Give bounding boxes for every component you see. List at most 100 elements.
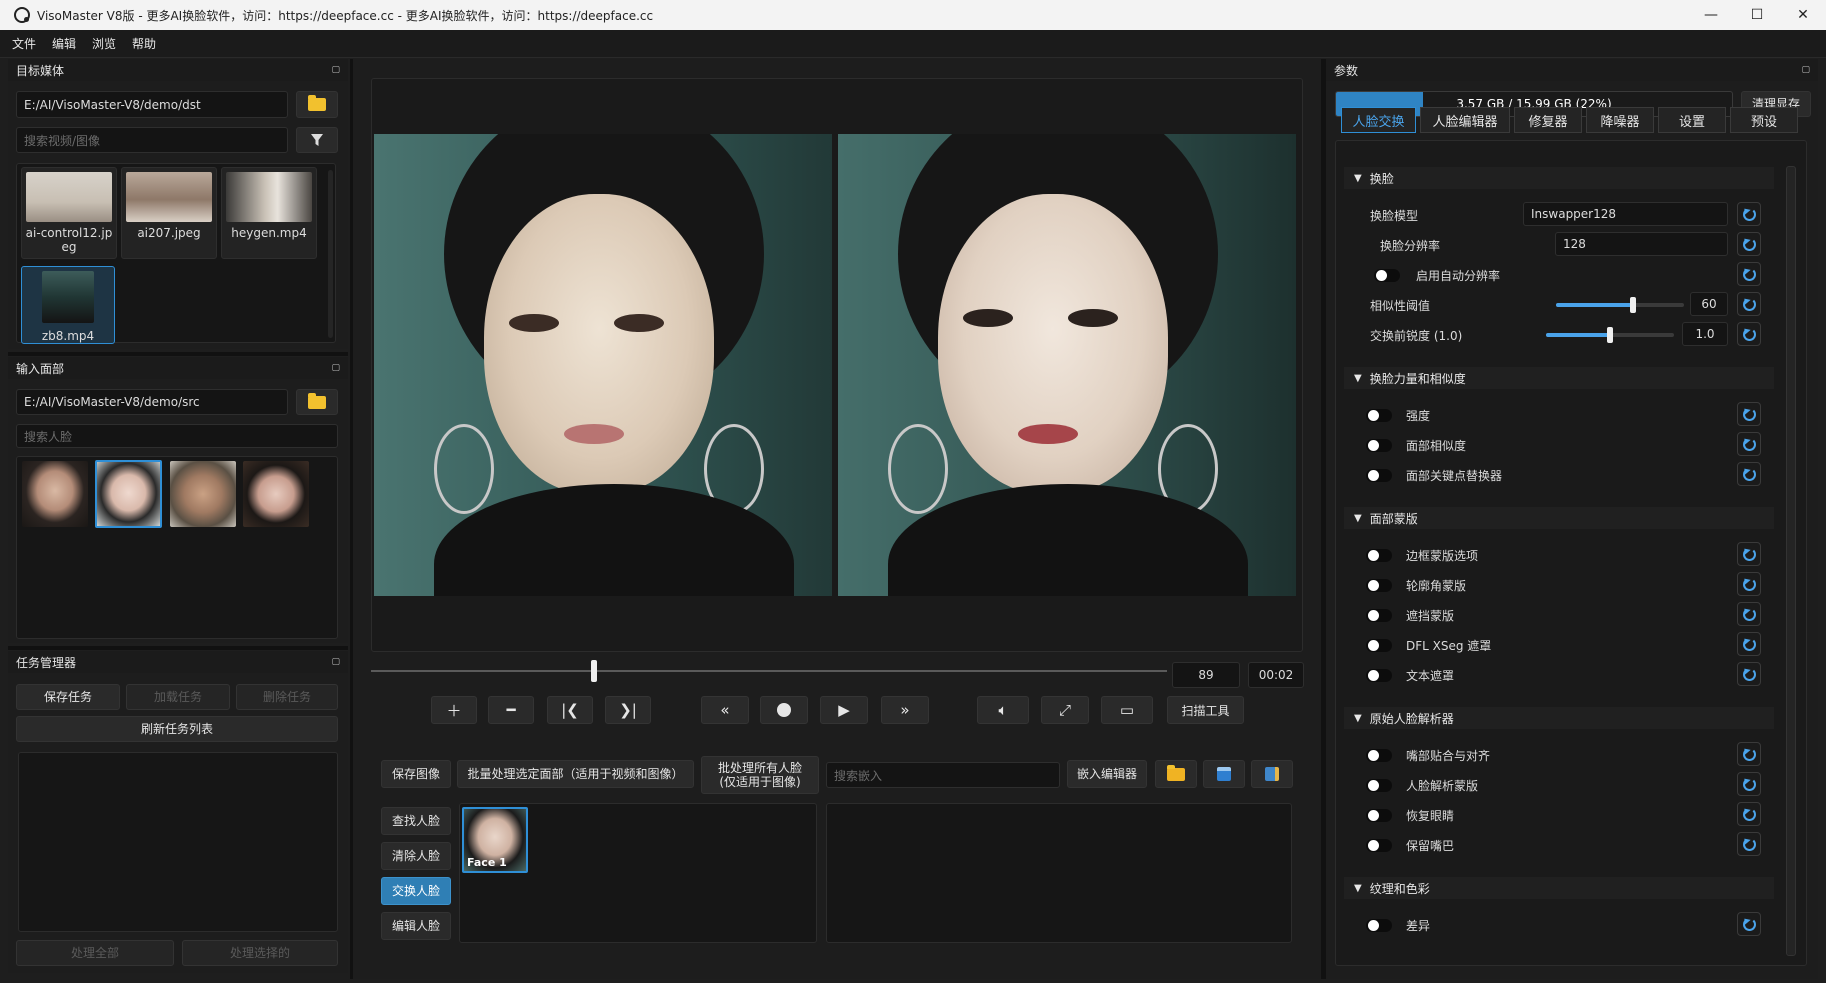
open-embedding-button[interactable] xyxy=(1155,760,1197,788)
similarity-value[interactable]: 60 xyxy=(1690,292,1728,316)
reset-swap-res-button[interactable] xyxy=(1737,232,1761,256)
reset-keep-mouth-button[interactable] xyxy=(1737,832,1761,856)
clear-faces-button[interactable]: 清除人脸 xyxy=(381,842,451,870)
occlusion-mask-toggle[interactable] xyxy=(1366,609,1392,622)
find-faces-button[interactable]: 查找人脸 xyxy=(381,807,451,835)
batch-selected-button[interactable]: 批量处理选定面部（适用于视频和图像） xyxy=(457,760,694,788)
menu-help[interactable]: 帮助 xyxy=(132,35,156,52)
source-face-1[interactable] xyxy=(22,461,88,527)
fast-forward-button[interactable]: » xyxy=(881,696,929,724)
reset-landmark-swap-button[interactable] xyxy=(1737,462,1761,486)
reset-mouth-fit-button[interactable] xyxy=(1737,742,1761,766)
face-similarity-toggle[interactable] xyxy=(1366,439,1392,452)
target-path-input[interactable]: E:/AI/VisoMaster-V8/demo/dst xyxy=(16,91,288,118)
close-button[interactable]: ✕ xyxy=(1780,0,1826,30)
minimize-button[interactable]: — xyxy=(1688,0,1734,30)
float-icon[interactable]: ▢ xyxy=(1801,65,1810,75)
similarity-slider[interactable] xyxy=(1556,297,1684,313)
swap-faces-button[interactable]: 交换人脸 xyxy=(381,877,451,905)
reset-strength-button[interactable] xyxy=(1737,402,1761,426)
save-embedding-button[interactable] xyxy=(1203,760,1245,788)
sharpness-slider[interactable] xyxy=(1546,327,1674,343)
load-job-button[interactable]: 加载任务 xyxy=(126,684,230,710)
face-search-input[interactable]: 搜索人脸 xyxy=(16,424,338,448)
swap-model-select[interactable]: Inswapper128 xyxy=(1523,202,1728,226)
tab-presets[interactable]: 预设 xyxy=(1730,107,1798,133)
section-mask[interactable]: ▼ 面部蒙版 xyxy=(1344,507,1774,529)
batch-all-button[interactable]: 批处理所有人脸 (仅适用于图像) xyxy=(701,756,819,794)
reset-dfl-xseg-button[interactable] xyxy=(1737,632,1761,656)
auto-res-toggle[interactable] xyxy=(1374,269,1400,282)
landmark-swap-toggle[interactable] xyxy=(1366,469,1392,482)
prev-marker-button[interactable]: |❮ xyxy=(547,696,593,724)
reset-sharpness-button[interactable] xyxy=(1737,322,1761,346)
source-face-2[interactable] xyxy=(95,460,162,528)
source-face-3[interactable] xyxy=(170,461,236,527)
media-thumb-heygen[interactable]: heygen.mp4 xyxy=(221,167,317,259)
view-mode-button[interactable]: ▭ xyxy=(1101,696,1153,724)
reset-difference-button[interactable] xyxy=(1737,912,1761,936)
delete-job-button[interactable]: 删除任务 xyxy=(236,684,338,710)
section-strength[interactable]: ▼ 换脸力量和相似度 xyxy=(1344,367,1774,389)
menu-view[interactable]: 浏览 xyxy=(92,35,116,52)
section-swap[interactable]: ▼ 换脸 xyxy=(1344,167,1774,189)
filter-button[interactable] xyxy=(296,127,338,153)
maximize-button[interactable]: ☐ xyxy=(1734,0,1780,30)
reset-restore-eyes-button[interactable] xyxy=(1737,802,1761,826)
source-face-4[interactable] xyxy=(243,461,309,527)
source-path-input[interactable]: E:/AI/VisoMaster-V8/demo/src xyxy=(16,389,288,415)
timeline-track[interactable] xyxy=(371,670,1167,672)
tab-restorer[interactable]: 修复器 xyxy=(1514,107,1582,133)
source-folder-button[interactable] xyxy=(296,389,338,415)
detected-face-1[interactable]: Face 1 xyxy=(462,807,528,873)
border-mask-toggle[interactable] xyxy=(1366,549,1392,562)
keep-mouth-toggle[interactable] xyxy=(1366,839,1392,852)
process-all-button[interactable]: 处理全部 xyxy=(16,940,174,966)
section-face-parser[interactable]: ▼ 原始人脸解析器 xyxy=(1344,707,1774,729)
reset-occlusion-mask-button[interactable] xyxy=(1737,602,1761,626)
volume-button[interactable]: 🔈︎ xyxy=(977,696,1029,724)
reset-face-parser-mask-button[interactable] xyxy=(1737,772,1761,796)
process-selected-button[interactable]: 处理选择的 xyxy=(182,940,338,966)
tab-settings[interactable]: 设置 xyxy=(1658,107,1726,133)
float-icon[interactable]: ▢ xyxy=(331,65,340,75)
play-button[interactable]: ▶ xyxy=(820,696,868,724)
reset-face-similarity-button[interactable] xyxy=(1737,432,1761,456)
tab-face-editor[interactable]: 人脸编辑器 xyxy=(1420,107,1510,133)
save-job-button[interactable]: 保存任务 xyxy=(16,684,120,710)
strength-toggle[interactable] xyxy=(1366,409,1392,422)
media-thumb-ai-control12[interactable]: ai-control12.jp eg xyxy=(21,167,117,259)
embed-editor-button[interactable]: 嵌入编辑器 xyxy=(1067,760,1147,788)
save-as-embedding-button[interactable] xyxy=(1251,760,1293,788)
reset-text-mask-button[interactable] xyxy=(1737,662,1761,686)
dfl-xseg-toggle[interactable] xyxy=(1366,639,1392,652)
contour-mask-toggle[interactable] xyxy=(1366,579,1392,592)
restore-eyes-toggle[interactable] xyxy=(1366,809,1392,822)
tab-denoiser[interactable]: 降噪器 xyxy=(1586,107,1654,133)
target-search-input[interactable]: 搜索视频/图像 xyxy=(16,127,288,153)
mouth-fit-toggle[interactable] xyxy=(1366,749,1392,762)
refresh-jobs-button[interactable]: 刷新任务列表 xyxy=(16,716,338,742)
difference-toggle[interactable] xyxy=(1366,919,1392,932)
menu-edit[interactable]: 编辑 xyxy=(52,35,76,52)
media-thumb-zb8[interactable]: zb8.mp4 xyxy=(21,266,115,344)
record-button[interactable] xyxy=(760,696,808,724)
rewind-button[interactable]: « xyxy=(701,696,749,724)
save-image-button[interactable]: 保存图像 xyxy=(381,760,451,788)
reset-contour-mask-button[interactable] xyxy=(1737,572,1761,596)
add-marker-button[interactable]: ＋ xyxy=(431,696,477,724)
face-parser-mask-toggle[interactable] xyxy=(1366,779,1392,792)
media-thumb-ai207[interactable]: ai207.jpeg xyxy=(121,167,217,259)
reset-swap-model-button[interactable] xyxy=(1737,202,1761,226)
section-texture-color[interactable]: ▼ 纹理和色彩 xyxy=(1344,877,1774,899)
reset-border-mask-button[interactable] xyxy=(1737,542,1761,566)
timeline-handle[interactable] xyxy=(590,660,597,682)
target-folder-button[interactable] xyxy=(296,91,338,118)
float-icon[interactable]: ▢ xyxy=(331,657,340,667)
float-icon[interactable]: ▢ xyxy=(331,363,340,373)
swap-res-select[interactable]: 128 xyxy=(1555,232,1728,256)
fullscreen-button[interactable]: ⤢ xyxy=(1041,696,1089,724)
reset-auto-res-button[interactable] xyxy=(1737,262,1761,286)
params-scrollbar[interactable] xyxy=(1786,166,1796,956)
scan-tools-button[interactable]: 扫描工具 xyxy=(1167,696,1244,724)
